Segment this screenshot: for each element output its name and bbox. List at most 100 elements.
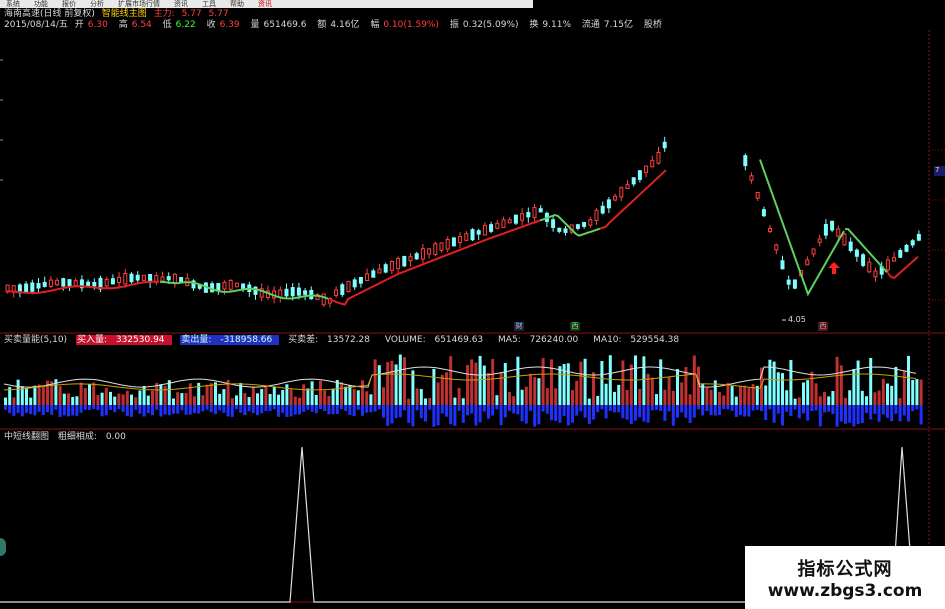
candle-body [55, 279, 60, 286]
sell-volume-bar [449, 405, 453, 425]
candle-body [916, 233, 921, 241]
sell-volume-bar [306, 405, 310, 410]
marker-west-1[interactable]: 西 [570, 322, 580, 331]
sell-volume-bar [894, 405, 898, 414]
volume-bar [827, 396, 831, 405]
volume-panel-title[interactable]: 买卖量能(5,10) [4, 335, 67, 345]
sell-volume-bar [579, 405, 583, 412]
sell-volume-bar [50, 405, 54, 415]
candle-body [575, 224, 580, 229]
marker-west-2[interactable]: 西 [818, 322, 828, 331]
volume-bar [844, 397, 847, 405]
sell-volume-bar [369, 405, 373, 413]
candle-body [61, 278, 66, 287]
volume-bar [688, 394, 692, 405]
volume-bar [919, 379, 923, 405]
sell-volume-bar [251, 405, 255, 413]
volume-bar [789, 360, 793, 405]
volume-bar [365, 391, 369, 405]
sell-volume-bar [41, 405, 45, 416]
sell-volume-bar [751, 405, 755, 411]
sell-volume-bar [394, 405, 398, 419]
diff-label: 买卖差: [288, 335, 319, 345]
sell-volume-bar [915, 405, 919, 410]
sell-volume-bar [130, 405, 133, 417]
sell-volume-bar [71, 405, 75, 416]
candle-body [67, 279, 72, 287]
volume-bar [327, 395, 331, 405]
volume-bar [474, 362, 478, 405]
candle-body [867, 261, 872, 273]
volume-bar [268, 394, 272, 405]
volume-bar [537, 378, 541, 405]
candle-body [557, 227, 562, 232]
sell-volume-bar [508, 405, 511, 411]
candle-body [830, 220, 835, 231]
volume-bar [424, 398, 427, 405]
volume-bar [41, 385, 45, 405]
candle-body [526, 212, 531, 218]
ma5-volume: MA5: 726240.00 [498, 335, 584, 345]
sell-volume-bar [235, 405, 238, 410]
candle-body [904, 244, 909, 252]
signal-panel-title[interactable]: 中短线翻图 [4, 432, 49, 442]
candle-body [439, 242, 444, 251]
sell-volume-bar [272, 405, 276, 410]
sell-volume-bar [256, 405, 259, 416]
volume-bar [856, 360, 860, 405]
candle-body [476, 230, 481, 235]
volume-bar [96, 394, 100, 405]
sell-volume-bar [197, 405, 201, 414]
candle-body [303, 290, 308, 295]
volume-bar [617, 384, 621, 405]
sell-volume-bar [793, 405, 797, 410]
sell-volume-bar [919, 405, 923, 425]
sell-volume-bar [29, 405, 33, 415]
volume-bar [785, 390, 789, 405]
volume-bar [823, 391, 826, 405]
sell-volume-bar [558, 405, 562, 423]
volume-panel-header: 买卖量能(5,10) 买入量: 332530.94 卖出量: -318958.6… [4, 335, 691, 346]
volume-bar [453, 397, 457, 405]
candle-body [433, 243, 438, 255]
sell-volume-bar [348, 405, 352, 415]
candle-body [241, 283, 246, 289]
candle-body [377, 268, 382, 274]
sell-volume-bar [537, 405, 541, 425]
candle-body [613, 195, 618, 201]
sell-volume-bar [172, 405, 175, 414]
candle-body [619, 187, 624, 198]
volume-bar [369, 394, 373, 405]
volume-bar [222, 389, 226, 405]
candle-body [290, 287, 295, 297]
volume-bar [121, 394, 125, 405]
volume-bar [709, 389, 713, 405]
volume-bar [776, 372, 780, 405]
sell-volume-bar [566, 405, 570, 426]
volume-bar [604, 383, 608, 405]
volume-bar [230, 398, 234, 405]
candle-body [73, 280, 78, 287]
marker-finance[interactable]: 财 [514, 322, 524, 331]
sell-volume-bar [33, 405, 37, 416]
sell-volume-value: -318958.66 [220, 335, 273, 345]
candle-body [321, 293, 326, 306]
ma5-value: 726240.00 [529, 335, 579, 345]
candle-body [848, 241, 853, 252]
volume-bar [88, 384, 91, 405]
sell-volume-bar [436, 405, 440, 426]
sell-volume-bar [705, 405, 709, 412]
sell-volume-bar [781, 405, 784, 426]
sell-volume-bar [424, 405, 427, 422]
kline-chart[interactable] [0, 0, 945, 609]
low-price-label: 4.05 [788, 315, 806, 324]
volume-bar [193, 396, 196, 405]
volume-bar [881, 378, 885, 405]
sell-volume-bar [583, 405, 587, 418]
sell-volume-bar [104, 405, 108, 416]
volume-bar [529, 373, 532, 405]
sell-volume-bar [713, 405, 717, 416]
sell-volume-bar [516, 405, 520, 415]
sell-volume-bar [650, 405, 654, 411]
candle-body [216, 283, 221, 291]
